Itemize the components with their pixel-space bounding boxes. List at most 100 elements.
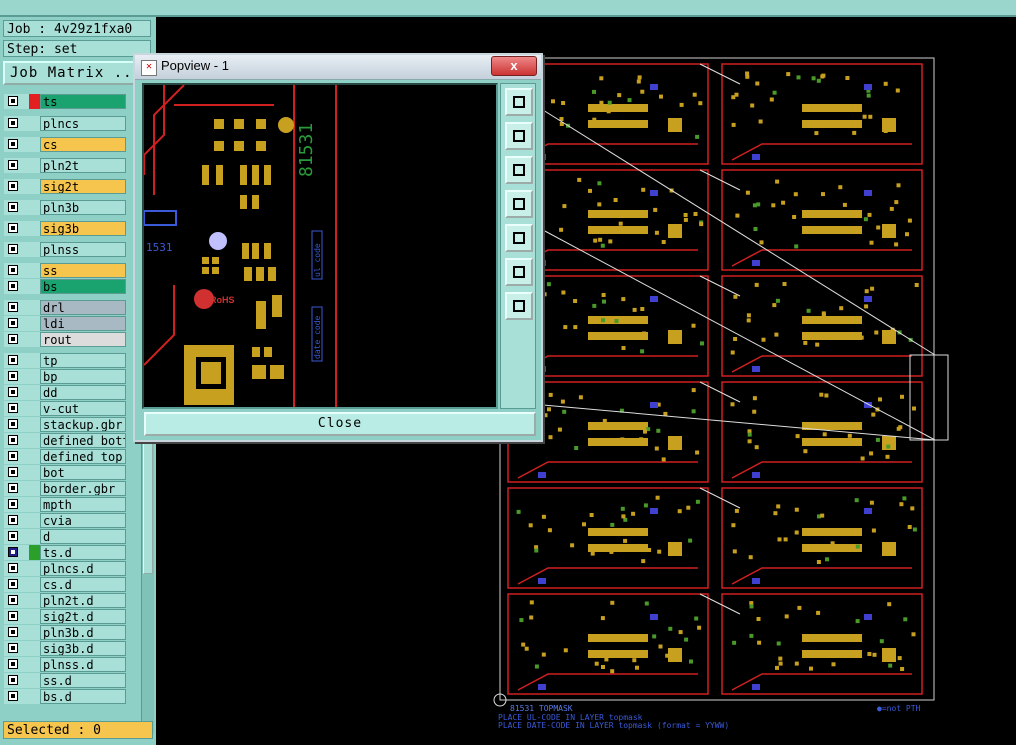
popview-canvas[interactable]: 81531 1531 RoHS ul_code date_code xyxy=(142,83,498,409)
layer-name[interactable]: bs xyxy=(40,279,126,294)
layer-checkbox[interactable] xyxy=(8,595,18,605)
layer-checkbox[interactable] xyxy=(8,515,18,525)
zoom-in-button[interactable] xyxy=(505,258,533,286)
layer-name[interactable]: plnss.d xyxy=(40,657,126,672)
window-close-button[interactable]: x xyxy=(491,56,537,76)
layer-row[interactable]: pln2t.d xyxy=(3,593,128,608)
layer-row[interactable]: defined_top xyxy=(3,449,128,464)
layer-checkbox[interactable] xyxy=(8,96,18,106)
layer-row[interactable]: defined_bott xyxy=(3,433,128,448)
layer-name[interactable]: bot xyxy=(40,465,126,480)
layer-checkbox[interactable] xyxy=(8,181,18,191)
layer-name[interactable]: d xyxy=(40,529,126,544)
layer-name[interactable]: bp xyxy=(40,369,126,384)
layer-checkbox[interactable] xyxy=(8,627,18,637)
layer-row[interactable]: plncs.d xyxy=(3,561,128,576)
layer-checkbox[interactable] xyxy=(8,563,18,573)
layer-name[interactable]: tp xyxy=(40,353,126,368)
layer-name[interactable]: bs.d xyxy=(40,689,126,704)
layer-row[interactable]: bp xyxy=(3,369,128,384)
layer-name[interactable]: cs xyxy=(40,137,126,152)
pan-up-button[interactable] xyxy=(505,122,533,150)
layer-checkbox[interactable] xyxy=(8,160,18,170)
layer-row[interactable]: plncs xyxy=(3,116,128,131)
layer-row[interactable]: plnss.d xyxy=(3,657,128,672)
layer-checkbox[interactable] xyxy=(8,675,18,685)
layer-row[interactable]: pln3b.d xyxy=(3,625,128,640)
layer-row[interactable]: ts xyxy=(3,94,128,109)
popview-titlebar[interactable]: ✕ Popview - 1 x xyxy=(135,55,541,80)
layer-checkbox[interactable] xyxy=(8,139,18,149)
layer-checkbox[interactable] xyxy=(8,403,18,413)
layer-name[interactable]: rout xyxy=(40,332,126,347)
layer-checkbox[interactable] xyxy=(8,467,18,477)
layer-row[interactable]: bs.d xyxy=(3,689,128,704)
layer-checkbox[interactable] xyxy=(8,547,18,557)
layer-name[interactable]: pln3b.d xyxy=(40,625,126,640)
layer-row[interactable]: mpth xyxy=(3,497,128,512)
layer-checkbox[interactable] xyxy=(8,483,18,493)
layer-row[interactable]: ss.d xyxy=(3,673,128,688)
zoom-to-selection-button[interactable] xyxy=(505,88,533,116)
layer-name[interactable]: defined_bott xyxy=(40,433,126,448)
layer-checkbox[interactable] xyxy=(8,387,18,397)
layer-row[interactable]: sig2t.d xyxy=(3,609,128,624)
layer-name[interactable]: dd xyxy=(40,385,126,400)
layer-name[interactable]: sig3b.d xyxy=(40,641,126,656)
layer-name[interactable]: pln3b xyxy=(40,200,126,215)
layer-name[interactable]: v-cut xyxy=(40,401,126,416)
layer-name[interactable]: plnss xyxy=(40,242,126,257)
layer-name[interactable]: ss.d xyxy=(40,673,126,688)
layer-checkbox[interactable] xyxy=(8,659,18,669)
layer-checkbox[interactable] xyxy=(8,302,18,312)
layer-row[interactable]: cs xyxy=(3,137,128,152)
layer-name[interactable]: plncs xyxy=(40,116,126,131)
zoom-out-button[interactable] xyxy=(505,292,533,320)
layer-row[interactable]: pln3b xyxy=(3,200,128,215)
layer-checkbox[interactable] xyxy=(8,281,18,291)
layer-checkbox[interactable] xyxy=(8,244,18,254)
layer-row[interactable]: plnss xyxy=(3,242,128,257)
layer-row[interactable]: pln2t xyxy=(3,158,128,173)
layer-row[interactable]: rout xyxy=(3,332,128,347)
layer-checkbox[interactable] xyxy=(8,435,18,445)
layer-name[interactable]: ts.d xyxy=(40,545,126,560)
layer-checkbox[interactable] xyxy=(8,643,18,653)
layer-checkbox[interactable] xyxy=(8,223,18,233)
layer-row[interactable]: cvia xyxy=(3,513,128,528)
layer-name[interactable]: ts xyxy=(40,94,126,109)
layer-name[interactable]: plncs.d xyxy=(40,561,126,576)
layer-checkbox[interactable] xyxy=(8,118,18,128)
layer-row[interactable]: bot xyxy=(3,465,128,480)
layer-checkbox[interactable] xyxy=(8,499,18,509)
pan-down-button[interactable] xyxy=(505,156,533,184)
layer-name[interactable]: drl xyxy=(40,300,126,315)
layer-checkbox[interactable] xyxy=(8,579,18,589)
popview-close-button[interactable]: Close xyxy=(144,412,536,436)
job-matrix-button[interactable]: Job Matrix ... xyxy=(3,61,151,85)
layer-row[interactable]: dd xyxy=(3,385,128,400)
layer-name[interactable]: border.gbr xyxy=(40,481,126,496)
layer-row[interactable]: sig3b xyxy=(3,221,128,236)
layer-name[interactable]: ss xyxy=(40,263,126,278)
layer-row[interactable]: v-cut xyxy=(3,401,128,416)
layer-row[interactable]: ldi xyxy=(3,316,128,331)
layer-checkbox[interactable] xyxy=(8,334,18,344)
layer-row[interactable]: ss xyxy=(3,263,128,278)
layer-name[interactable]: ldi xyxy=(40,316,126,331)
layer-checkbox[interactable] xyxy=(8,419,18,429)
layer-row[interactable]: ts.d xyxy=(3,545,128,560)
layer-checkbox[interactable] xyxy=(8,318,18,328)
pan-right-button[interactable] xyxy=(505,224,533,252)
layer-row[interactable]: drl xyxy=(3,300,128,315)
layer-checkbox[interactable] xyxy=(8,202,18,212)
layer-checkbox[interactable] xyxy=(8,451,18,461)
layer-row[interactable]: tp xyxy=(3,353,128,368)
layer-row[interactable]: sig2t xyxy=(3,179,128,194)
layer-checkbox[interactable] xyxy=(8,611,18,621)
layer-name[interactable]: sig2t xyxy=(40,179,126,194)
layer-checkbox[interactable] xyxy=(8,691,18,701)
layer-name[interactable]: cs.d xyxy=(40,577,126,592)
layer-name[interactable]: pln2t.d xyxy=(40,593,126,608)
layer-checkbox[interactable] xyxy=(8,265,18,275)
